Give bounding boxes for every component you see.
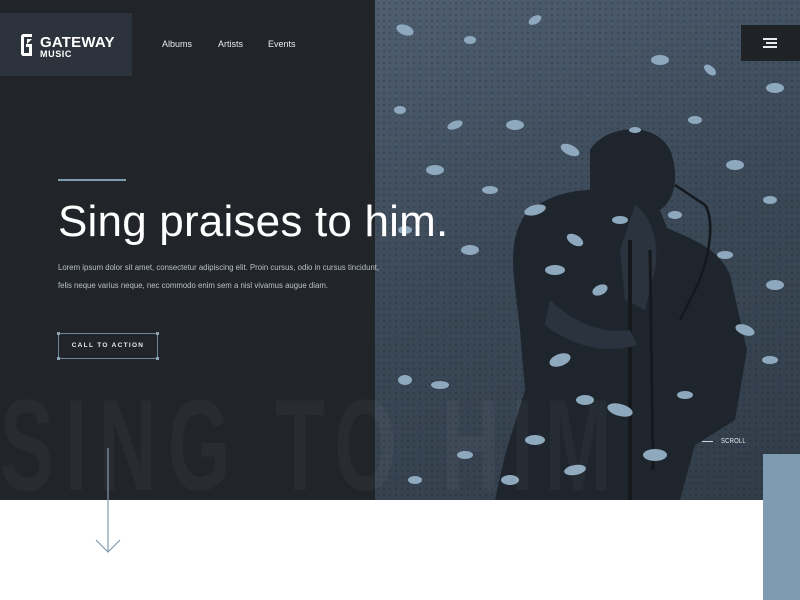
headline-accent-line [58, 179, 126, 181]
brand-name: GATEWAY [40, 34, 115, 51]
brand-sub: MUSIC [40, 49, 72, 59]
scroll-dash [702, 440, 713, 442]
accent-side-block [763, 454, 800, 600]
scroll-label: SCROLL [721, 437, 746, 445]
nav-artists[interactable]: Artists [218, 39, 243, 50]
hero-body-text: Lorem ipsum dolor sit amet, consectetur … [58, 263, 380, 290]
hero-headline: Sing praises to him. [58, 197, 449, 246]
hero-section: SING TO HIM GATEWAY MUSIC Albums Artists… [0, 0, 800, 500]
cta-label: CALL TO ACTION [71, 342, 145, 349]
scroll-indicator[interactable]: SCROLL [702, 435, 750, 447]
gateway-g-icon [21, 34, 32, 56]
call-to-action-button[interactable]: CALL TO ACTION [57, 332, 159, 360]
nav-albums[interactable]: Albums [162, 39, 192, 50]
hero-watermark-text: SING TO HIM [0, 370, 623, 500]
brand-logo[interactable]: GATEWAY MUSIC [0, 13, 132, 76]
menu-button[interactable] [741, 25, 800, 61]
arrow-down-icon[interactable] [95, 448, 121, 554]
nav-events[interactable]: Events [268, 39, 296, 50]
